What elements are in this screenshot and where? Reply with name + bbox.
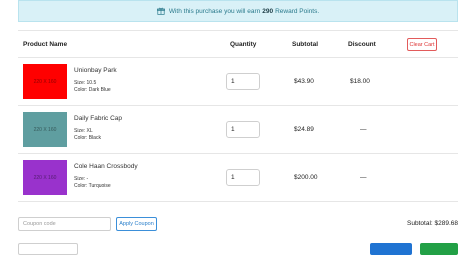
notice-suffix: Reward Points. bbox=[275, 7, 320, 15]
product-thumbnail[interactable]: 220 X 160 bbox=[23, 112, 67, 147]
row-discount: $18.00 bbox=[350, 78, 370, 85]
reward-points-notice: With this purchase you will earn 290 Rew… bbox=[18, 0, 458, 22]
quantity-input[interactable]: 1 bbox=[226, 73, 260, 90]
cart-footer: Coupon code Apply Coupon Subtotal: $289.… bbox=[18, 217, 458, 231]
row-subtotal: $43.90 bbox=[294, 78, 314, 85]
product-size: Size: XL bbox=[74, 128, 93, 134]
coupon-code-input[interactable]: Coupon code bbox=[18, 217, 111, 231]
cart-table-header: Product Name Quantity Subtotal Discount … bbox=[18, 30, 458, 58]
product-color: Color: Turquoise bbox=[74, 183, 111, 189]
update-cart-button[interactable] bbox=[370, 243, 412, 255]
product-name[interactable]: Daily Fabric Cap bbox=[74, 115, 122, 122]
header-subtotal: Subtotal bbox=[292, 41, 318, 48]
cart-row: 220 X 160 Daily Fabric Cap Size: XL Colo… bbox=[18, 106, 458, 154]
notice-prefix: With this purchase you will earn bbox=[168, 7, 261, 15]
quantity-input[interactable]: 1 bbox=[226, 169, 260, 186]
product-name[interactable]: Cole Haan Crossbody bbox=[74, 163, 138, 170]
row-subtotal: $24.89 bbox=[294, 126, 314, 133]
product-thumbnail[interactable]: 220 X 160 bbox=[23, 160, 67, 195]
header-product-name: Product Name bbox=[23, 41, 68, 48]
row-subtotal: $200.00 bbox=[294, 174, 318, 181]
clear-cart-button[interactable]: Clear Cart bbox=[407, 38, 437, 51]
apply-coupon-button[interactable]: Apply Coupon bbox=[116, 217, 157, 231]
continue-shopping-button[interactable] bbox=[18, 243, 78, 255]
product-color: Color: Dark Blue bbox=[74, 87, 111, 93]
reward-points-count: 290 bbox=[262, 7, 274, 15]
header-quantity: Quantity bbox=[230, 41, 257, 48]
cart-row: 220 X 160 Cole Haan Crossbody Size: - Co… bbox=[18, 154, 458, 202]
product-thumbnail[interactable]: 220 X 160 bbox=[23, 64, 67, 99]
cart-row: 220 X 160 Unionbay Park Size: 10.5 Color… bbox=[18, 58, 458, 106]
product-size: Size: 10.5 bbox=[74, 80, 97, 86]
quantity-input[interactable]: 1 bbox=[226, 121, 260, 138]
checkout-button[interactable] bbox=[420, 243, 458, 255]
header-discount: Discount bbox=[348, 41, 376, 48]
product-color: Color: Black bbox=[74, 135, 101, 141]
row-discount: — bbox=[360, 174, 367, 181]
row-discount: — bbox=[360, 126, 367, 133]
product-name[interactable]: Unionbay Park bbox=[74, 67, 117, 74]
gift-icon bbox=[156, 7, 165, 15]
cart-subtotal: Subtotal: $289.68 bbox=[407, 220, 458, 227]
product-size: Size: - bbox=[74, 176, 89, 182]
